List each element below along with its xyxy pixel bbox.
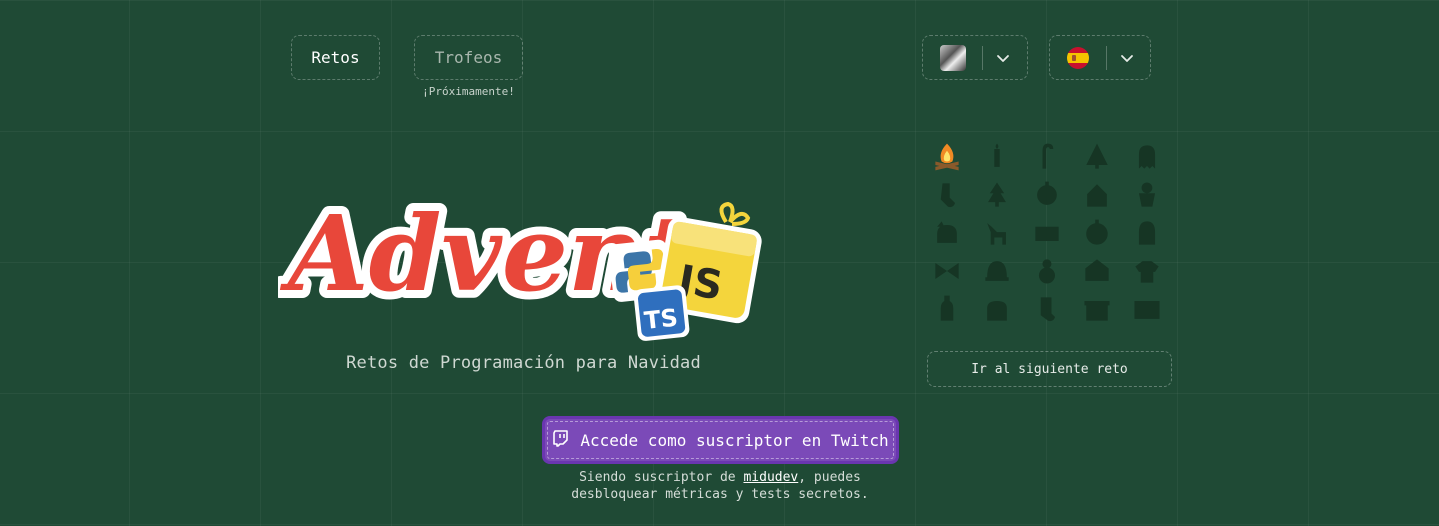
bed-icon[interactable] <box>1128 290 1166 328</box>
puppy-icon[interactable] <box>928 214 966 252</box>
nav-retos-button[interactable]: Retos <box>291 35 380 80</box>
subscriber-note-prefix: Siendo suscriptor de <box>579 470 744 485</box>
subscriber-note-suffix: , puedes <box>798 470 861 485</box>
nav-trofeos-label: Trofeos <box>434 48 503 67</box>
bauble-icon[interactable] <box>1078 214 1116 252</box>
reindeer-icon[interactable] <box>978 214 1016 252</box>
twitch-login-button[interactable]: Accede como suscriptor en Twitch <box>542 416 899 464</box>
language-menu-dropdown[interactable] <box>1049 35 1151 80</box>
bottle-icon[interactable] <box>928 290 966 328</box>
ornament-icon[interactable] <box>1028 176 1066 214</box>
next-challenge-button[interactable]: Ir al siguiente reto <box>927 351 1172 387</box>
stocking-icon[interactable] <box>928 176 966 214</box>
ghost-icon[interactable] <box>1128 138 1166 176</box>
hat-icon[interactable] <box>978 252 1016 290</box>
next-challenge-label: Ir al siguiente reto <box>971 361 1128 377</box>
subscriber-note-line2: desbloquear métricas y tests secretos. <box>571 487 869 502</box>
campfire-icon[interactable] <box>928 138 966 176</box>
cake-icon[interactable] <box>978 290 1016 328</box>
spain-flag-icon <box>1067 46 1089 69</box>
advent-js-logo: Advent Advent JS TS <box>271 150 778 350</box>
hero-tagline: Retos de Programación para Navidad <box>346 353 701 373</box>
nav-retos-label: Retos <box>311 48 360 67</box>
gingerbread-man-icon[interactable] <box>1128 176 1166 214</box>
small-tree-icon[interactable] <box>978 176 1016 214</box>
user-menu-dropdown[interactable] <box>922 35 1028 80</box>
snowy-house-icon[interactable] <box>1078 252 1116 290</box>
user-avatar <box>940 44 966 71</box>
twitch-icon <box>552 429 570 451</box>
subscriber-note: Siendo suscriptor de midudev, puedes des… <box>520 469 920 503</box>
chevron-down-icon <box>1107 38 1147 78</box>
nav-trofeos-button[interactable]: Trofeos <box>414 35 523 80</box>
coming-soon-badge: ¡Próximamente! <box>422 85 515 98</box>
christmas-tree-icon[interactable] <box>1078 138 1116 176</box>
sock-icon[interactable] <box>1028 290 1066 328</box>
candle-icon[interactable] <box>978 138 1016 176</box>
sled-icon[interactable] <box>1028 214 1066 252</box>
logo-ts-label: TS <box>643 304 679 335</box>
gift-ribbon-icon <box>719 201 751 226</box>
santa-icon[interactable] <box>1128 214 1166 252</box>
twitch-login-label: Accede como suscriptor en Twitch <box>580 430 889 450</box>
snowman-icon[interactable] <box>1028 252 1066 290</box>
chevron-down-icon <box>983 38 1023 78</box>
candy-cane-icon[interactable] <box>1028 138 1066 176</box>
bow-icon[interactable] <box>928 252 966 290</box>
sweater-icon[interactable] <box>1128 252 1166 290</box>
midudev-link[interactable]: midudev <box>743 470 798 485</box>
gift-icon[interactable] <box>1078 290 1116 328</box>
gingerbread-house-icon[interactable] <box>1078 176 1116 214</box>
typescript-icon: TS <box>633 285 690 341</box>
advent-calendar-grid <box>928 138 1178 338</box>
